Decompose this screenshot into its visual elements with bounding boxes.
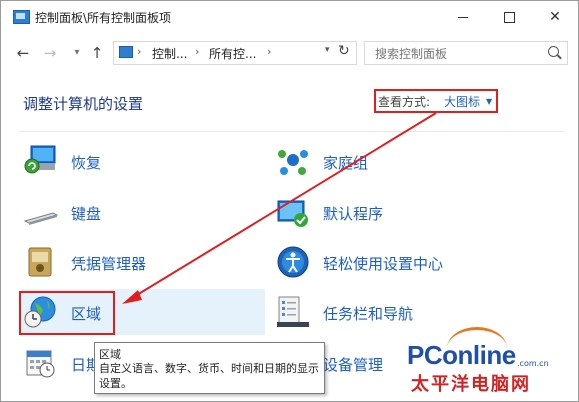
item-homegroup[interactable]: 家庭组 [275,140,535,184]
watermark-domain: .com.cn [517,359,549,368]
refresh-icon[interactable]: ↻ [338,43,350,59]
close-button[interactable]: ✕ [532,1,578,33]
forward-button[interactable]: → [40,43,60,63]
watermark-chinese: 太平洋电脑网 [411,374,531,395]
tooltip-description: 自定义语言、数字、货币、时间和日期的显示设置。 [99,362,319,390]
date-time-icon [26,350,55,378]
control-panel-icon [13,10,30,24]
watermark-brand: PConline [407,340,516,370]
search-placeholder: 搜索控制面板 [375,47,448,61]
up-button[interactable]: ↑ [87,43,107,63]
search-icon[interactable] [548,46,559,57]
item-label: 键盘 [71,205,102,223]
close-icon: ✕ [549,9,561,25]
ease-of-access-icon [277,246,309,278]
window-title: 控制面板\所有控制面板项 [35,11,172,25]
page-title: 调整计算机的设置 [23,95,144,113]
maximize-button[interactable] [486,1,532,33]
homegroup-icon [278,150,308,175]
tooltip-title: 区域 [99,348,121,361]
divider [19,131,564,132]
view-by-label: 查看方式: [378,95,431,109]
search-input[interactable]: 搜索控制面板 [364,41,568,65]
item-label: 设备管理 [323,356,384,374]
item-label: 任务栏和导航 [323,305,414,323]
back-button[interactable]: ← [13,43,33,63]
item-default-programs[interactable]: 默认程序 [275,191,535,235]
breadcrumb-control-panel[interactable]: 控制... [152,45,187,62]
item-keyboard[interactable]: 键盘 [23,191,253,235]
item-ease-of-access[interactable]: 轻松使用设置中心 [275,241,535,285]
default-programs-icon [277,200,308,227]
view-by-value[interactable]: 大图标 [444,93,480,110]
region-tooltip: 区域 自定义语言、数字、货币、时间和日期的显示设置。 [94,342,325,394]
address-dropdown-icon[interactable]: ▾ [325,45,330,55]
recovery-icon [24,145,56,174]
item-recovery[interactable]: 恢复 [23,140,253,184]
view-by-selector[interactable]: 查看方式: 大图标 ▼ [374,89,498,113]
region-highlight-box [19,291,115,335]
recent-locations-button[interactable]: ▾ [67,43,87,63]
chevron-down-icon[interactable]: ▼ [486,97,492,106]
minimize-button[interactable] [440,1,486,33]
item-label: 凭据管理器 [71,255,147,273]
item-label: 恢复 [71,154,102,172]
minimize-icon [458,16,468,18]
item-label: 家庭组 [323,154,369,172]
taskbar-navigation-icon [277,296,309,327]
item-label: 默认程序 [323,205,384,223]
credential-manager-icon [28,247,52,277]
pconline-watermark: PConline .com.cn 太平洋电脑网 [405,327,577,395]
keyboard-icon [23,212,59,225]
control-panel-small-icon [119,46,133,58]
control-panel-window: 控制面板\所有控制面板项 ✕ ← → ▾ ↑ › 控制... › 所有控... … [0,0,579,402]
breadcrumb-all-items[interactable]: 所有控... [209,45,256,62]
breadcrumb-separator-icon: › [195,45,200,58]
breadcrumb-separator-icon: › [267,45,272,58]
item-credential-manager[interactable]: 凭据管理器 [23,241,253,285]
title-bar: 控制面板\所有控制面板项 ✕ [1,1,578,33]
maximize-icon [503,11,515,23]
address-bar[interactable]: › 控制... › 所有控... › ▾ ↻ [113,41,357,65]
item-label: 轻松使用设置中心 [323,255,444,273]
address-row: ← → ▾ ↑ › 控制... › 所有控... › ▾ ↻ 搜索控制面板 [1,33,578,73]
breadcrumb-separator-icon: › [137,45,142,58]
